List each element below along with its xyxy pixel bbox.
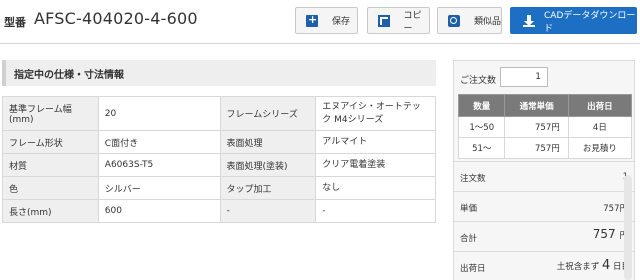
model-number: AFSC-404020-4-600 — [34, 9, 198, 28]
spec-value: エヌアイシ・オートテック M4シリーズ — [315, 96, 436, 131]
spec-table: 基準フレーム幅(mm) 20 フレームシリーズ エヌアイシ・オートテック M4シ… — [2, 96, 436, 223]
price-row-ship: お見積り — [567, 137, 633, 159]
price-header-unit-price: 通常単価 — [504, 94, 569, 117]
spec-row: 色 シルバー タップ加工 なし — [2, 176, 436, 200]
cad-button-label: CADデータダウンロード — [544, 10, 636, 34]
spec-key: 表面処理 — [219, 130, 317, 154]
ship-days: 4 — [602, 258, 611, 273]
order-panel: ご注文数 1 数量 通常単価 出荷日 1～50 757円 4日 51～ 757円… — [453, 60, 635, 280]
copy-button[interactable]: コピー — [367, 7, 430, 34]
copy-button-label: コピー — [403, 10, 422, 34]
product-header: 型番 AFSC-404020-4-600 保存 コピー 類似品 CADデータダウ… — [0, 0, 640, 44]
summary-total-label: 合計 — [460, 234, 478, 244]
spec-key: 基準フレーム幅(mm) — [2, 96, 99, 131]
price-row-price: 757円 — [504, 116, 569, 138]
order-quantity-label: ご注文数 — [460, 76, 497, 86]
spec-section-title: 指定中の仕様・寸法情報 — [14, 70, 124, 81]
spec-value: 600 — [97, 199, 221, 223]
price-row: 51～ 757円 お見積り — [457, 137, 633, 159]
summary-count-row: 注文数 1 — [454, 161, 634, 191]
spec-key: タップ加工 — [219, 176, 317, 200]
panel-scrollbar[interactable] — [624, 175, 632, 280]
summary-total-value: 757 円 — [593, 227, 628, 241]
summary-ship-label: 出荷日 — [460, 264, 486, 274]
spec-key: - — [219, 199, 317, 223]
summary-ship-row: 出荷日 土祝含まず 4 日目 — [454, 251, 634, 280]
spec-row: 材質 A6063S-T5 表面処理(塗装) クリア電着塗装 — [2, 153, 436, 177]
spec-key: フレーム形状 — [2, 130, 99, 154]
spec-value: A6063S-T5 — [97, 153, 221, 177]
price-table: 数量 通常単価 出荷日 1～50 757円 4日 51～ 757円 お見積り — [457, 94, 633, 159]
price-row-ship: 4日 — [567, 116, 633, 138]
spec-value: - — [315, 199, 436, 223]
similar-products-button[interactable]: 類似品 — [437, 7, 502, 34]
spec-value: アルマイト — [315, 130, 436, 154]
spec-key: 表面処理(塗装) — [219, 153, 317, 177]
copy-icon — [378, 14, 390, 27]
spec-value: シルバー — [97, 176, 221, 200]
total-amount: 757 — [592, 227, 616, 241]
cad-download-button[interactable]: CADデータダウンロード — [510, 7, 637, 34]
spec-row: 長さ(mm) 600 - - — [2, 199, 436, 223]
price-row-price: 757円 — [504, 137, 569, 159]
ship-prefix: 土祝含まず — [556, 262, 600, 272]
save-icon — [306, 13, 318, 27]
download-icon — [523, 14, 535, 27]
save-button-label: 保存 — [332, 17, 351, 27]
spec-row: 基準フレーム幅(mm) 20 フレームシリーズ エヌアイシ・オートテック M4シ… — [2, 96, 436, 131]
price-row: 1～50 757円 4日 — [457, 116, 633, 138]
summary-ship-value: 土祝含まず 4 日目 — [557, 258, 630, 273]
save-button[interactable]: 保存 — [295, 7, 358, 34]
order-quantity-input[interactable]: 1 — [500, 67, 548, 87]
spec-value: C面付き — [97, 130, 221, 154]
spec-key: 長さ(mm) — [2, 199, 99, 223]
price-header-ship-date: 出荷日 — [567, 94, 633, 117]
spec-row: フレーム形状 C面付き 表面処理 アルマイト — [2, 130, 436, 154]
spec-key: 材質 — [2, 153, 99, 177]
similar-search-icon — [448, 14, 460, 27]
summary-count-label: 注文数 — [460, 174, 486, 184]
spec-value: クリア電着塗装 — [315, 153, 436, 177]
price-header-quantity: 数量 — [457, 94, 506, 117]
summary-total-row: 合計 757 円 — [454, 221, 634, 251]
price-row-quantity: 51～ — [457, 137, 506, 159]
summary-unit-price-row: 単価 757円 — [454, 191, 634, 221]
model-label: 型番 — [4, 16, 26, 29]
panel-scroll-thumb[interactable] — [624, 175, 632, 280]
spec-value: なし — [315, 176, 436, 200]
summary-unit-price-label: 単価 — [460, 204, 478, 214]
spec-key: 色 — [2, 176, 99, 200]
spec-section-header: 指定中の仕様・寸法情報 — [2, 60, 436, 86]
similar-button-label: 類似品 — [474, 17, 502, 27]
price-table-header: 数量 通常単価 出荷日 — [457, 94, 633, 117]
price-row-quantity: 1～50 — [457, 116, 506, 138]
spec-value: 20 — [97, 96, 221, 131]
spec-key: フレームシリーズ — [219, 96, 317, 131]
